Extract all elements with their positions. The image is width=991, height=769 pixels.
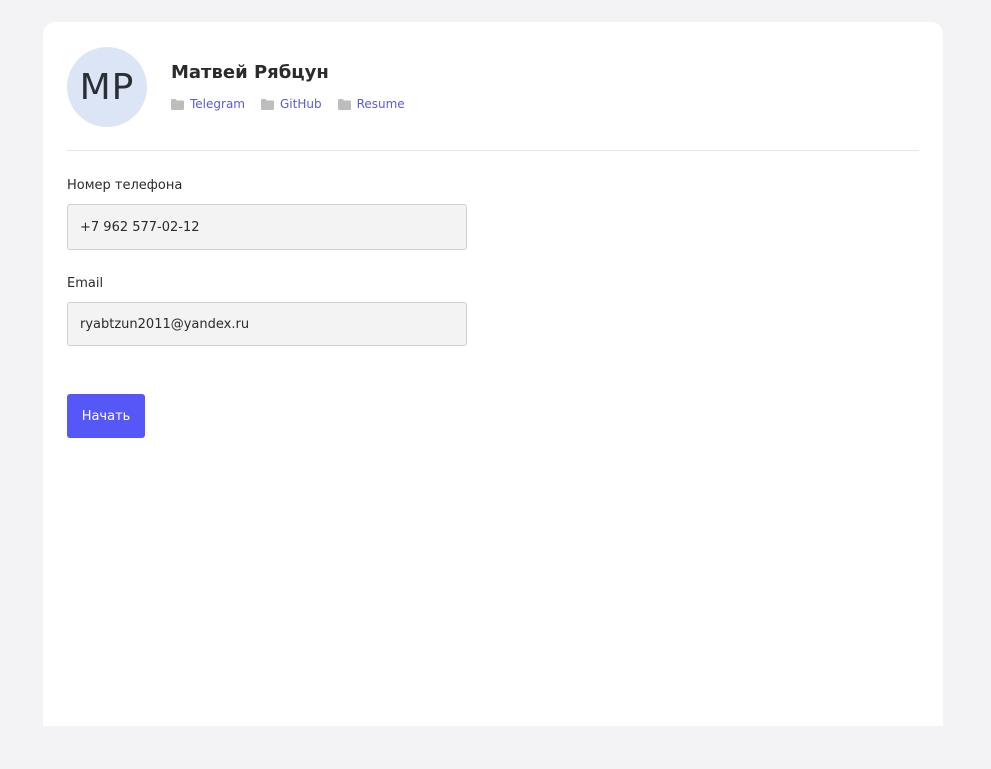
email-field[interactable]	[67, 302, 467, 346]
profile-name: Матвей Рябцун	[171, 62, 329, 83]
avatar-initials: MP	[79, 66, 135, 108]
folder-icon	[171, 98, 184, 110]
resume-link-label: Resume	[356, 97, 405, 111]
resume-link[interactable]: Resume	[337, 97, 405, 111]
folder-icon	[337, 98, 351, 110]
telegram-link-label: Telegram	[190, 97, 245, 111]
profile-links: Telegram GitHub Resume	[171, 97, 405, 111]
folder-icon	[260, 98, 274, 110]
avatar: MP	[67, 47, 147, 127]
phone-label: Номер телефона	[67, 178, 183, 193]
github-link-label: GitHub	[279, 97, 322, 111]
github-link[interactable]: GitHub	[260, 97, 322, 111]
start-button[interactable]: Начать	[67, 394, 145, 438]
email-label: Email	[67, 276, 104, 291]
telegram-link[interactable]: Telegram	[171, 97, 245, 111]
header-divider	[67, 150, 919, 151]
phone-field[interactable]	[67, 204, 467, 250]
profile-card: MP Матвей Рябцун Telegram GitHub Resume …	[43, 22, 943, 726]
